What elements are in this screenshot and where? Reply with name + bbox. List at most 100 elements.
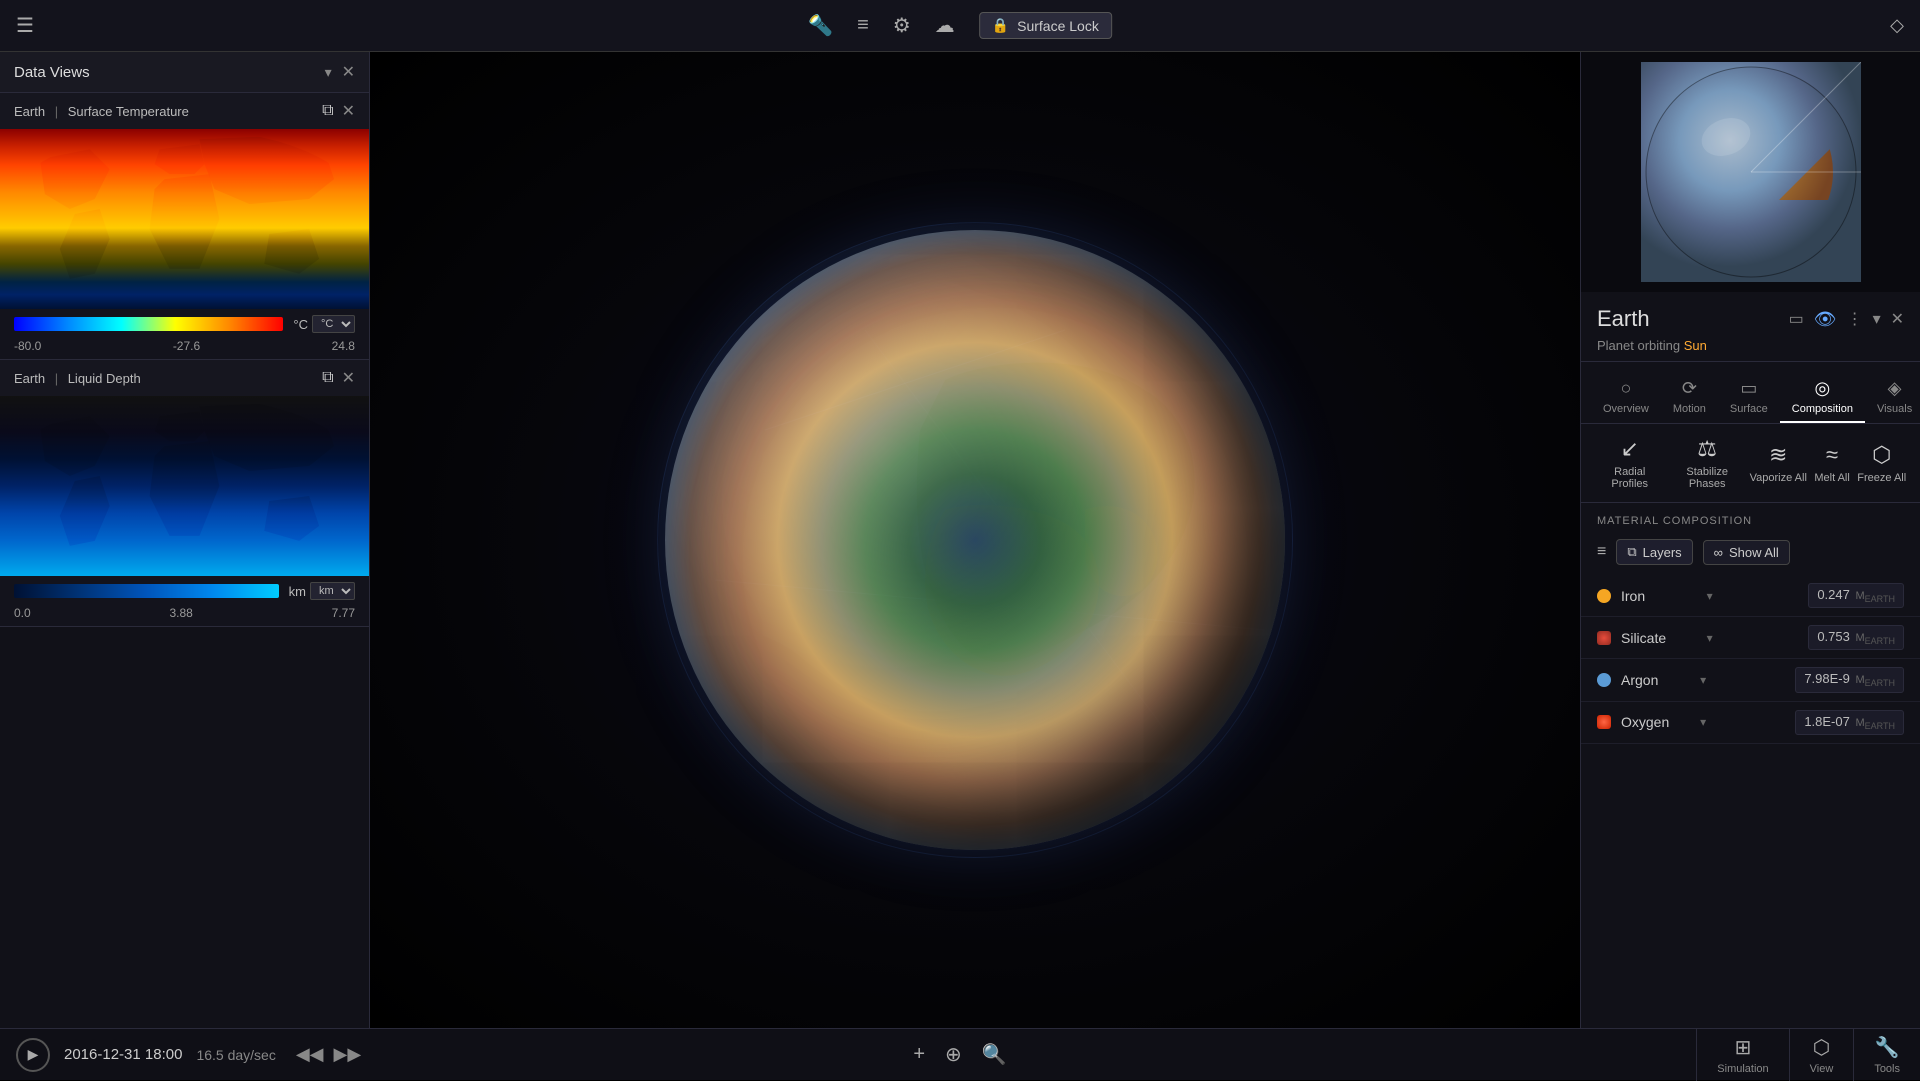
view-label: View <box>1810 1063 1834 1075</box>
data-views-header: Data Views ▾ ✕ <box>0 52 369 93</box>
settings-icon[interactable]: ⚙ <box>893 13 911 38</box>
cutaway-diagram <box>1641 62 1861 282</box>
cloud-icon[interactable]: ☁ <box>935 13 955 38</box>
liquid-depth-header: Earth | Liquid Depth ⧉ ✕ <box>0 360 369 396</box>
surface-temp-planet: Earth | Surface Temperature <box>14 104 189 119</box>
melt-all-button[interactable]: ≈ Melt All <box>1814 442 1849 484</box>
depth-mid: 3.88 <box>169 606 192 620</box>
continent-overlay <box>0 129 369 309</box>
fast-forward-button[interactable]: ▶▶ <box>334 1044 362 1065</box>
diamond-icon[interactable]: ◇ <box>1890 15 1904 36</box>
radial-profiles-button[interactable]: ↙ Radial Profiles <box>1595 436 1665 490</box>
temp-max: 24.8 <box>332 339 355 353</box>
argon-chevron[interactable]: ▾ <box>1700 673 1706 687</box>
tools-tool[interactable]: 🔧 Tools <box>1853 1029 1920 1081</box>
view-tool[interactable]: ⬡ View <box>1789 1029 1854 1081</box>
temp-unit: °C °C °F K <box>293 315 355 333</box>
simulation-tool[interactable]: ⊞ Simulation <box>1696 1029 1788 1081</box>
iron-value-box: 0.247 MEARTH <box>1808 583 1904 608</box>
layers-icon[interactable]: ≡ <box>857 14 869 37</box>
globe[interactable] <box>665 230 1285 850</box>
flashlight-icon[interactable]: 🔦 <box>808 13 833 38</box>
composition-icon: ◎ <box>1815 378 1831 399</box>
close-card-2-button[interactable]: ✕ <box>342 368 355 388</box>
oxygen-chevron[interactable]: ▾ <box>1700 715 1706 729</box>
oxygen-value: 1.8E-07 <box>1804 714 1850 729</box>
show-all-button[interactable]: ∞ Show All <box>1703 540 1790 565</box>
menu-icon[interactable]: ☰ <box>16 13 34 38</box>
depth-max: 7.77 <box>332 606 355 620</box>
transport-controls: ◀◀ ▶▶ <box>296 1044 361 1065</box>
planet-info: Earth ▭ 👁 ⋮ ▾ ✕ Planet orbiting Sun <box>1581 292 1920 362</box>
tab-surface[interactable]: ▭ Surface <box>1718 372 1780 423</box>
surface-icon: ▭ <box>1740 378 1757 399</box>
top-bar-center: 🔦 ≡ ⚙ ☁ 🔒 Surface Lock <box>808 12 1112 39</box>
temp-mid: -27.6 <box>173 339 200 353</box>
temp-min: -80.0 <box>14 339 41 353</box>
view-icon: ⬡ <box>1813 1035 1830 1060</box>
tab-overview[interactable]: ○ Overview <box>1591 372 1661 423</box>
surface-temp-map <box>0 129 369 309</box>
iron-label: Iron <box>1621 588 1697 604</box>
iron-chevron[interactable]: ▾ <box>1707 589 1713 603</box>
layers-button[interactable]: ⧉ Layers <box>1616 539 1692 565</box>
sun-link[interactable]: Sun <box>1684 338 1707 353</box>
top-bar-right: ◇ <box>1890 15 1904 36</box>
wrench-icon: 🔧 <box>1875 1035 1900 1060</box>
depth-scale-bar: km km m <box>0 576 369 606</box>
tab-composition[interactable]: ◎ Composition <box>1780 372 1865 423</box>
surface-lock-label: Surface Lock <box>1017 18 1099 34</box>
silicate-dot <box>1597 631 1611 645</box>
target-icon[interactable]: ⊕ <box>945 1042 962 1067</box>
argon-dot <box>1597 673 1611 687</box>
tab-visuals[interactable]: ◈ Visuals <box>1865 372 1920 423</box>
silicate-chevron[interactable]: ▾ <box>1707 631 1713 645</box>
layers-stack-icon-2[interactable]: ⧉ <box>322 369 333 387</box>
filter-icon[interactable]: ≡ <box>1597 543 1606 561</box>
planet-subtitle: Planet orbiting Sun <box>1597 338 1904 353</box>
tab-motion[interactable]: ⟳ Motion <box>1661 372 1718 423</box>
more-options-icon[interactable]: ⋮ <box>1847 309 1863 329</box>
material-argon-row: Argon ▾ 7.98E-9 MEARTH <box>1581 659 1920 701</box>
close-card-button[interactable]: ✕ <box>342 101 355 121</box>
play-button[interactable]: ▶ <box>16 1038 50 1072</box>
search-button[interactable]: 🔍 <box>982 1042 1007 1067</box>
center-globe-area[interactable] <box>370 52 1580 1028</box>
vaporize-icon: ≋ <box>1769 442 1787 468</box>
visuals-icon: ◈ <box>1888 378 1902 399</box>
temp-scale-bar: °C °C °F K <box>0 309 369 339</box>
expand-icon[interactable]: ▾ <box>1873 309 1881 329</box>
chevron-down-icon[interactable]: ▾ <box>325 64 332 81</box>
motion-icon: ⟳ <box>1682 378 1697 399</box>
freeze-icon: ⬡ <box>1872 442 1891 468</box>
rewind-button[interactable]: ◀◀ <box>296 1044 324 1065</box>
surface-lock-button[interactable]: 🔒 Surface Lock <box>979 12 1112 39</box>
planet-info-header: Earth ▭ 👁 ⋮ ▾ ✕ <box>1597 306 1904 332</box>
stabilize-phases-button[interactable]: ⚖ Stabilize Phases <box>1672 436 1742 490</box>
panel-header-actions: ▾ ✕ <box>325 62 355 82</box>
temp-unit-select[interactable]: °C °F K <box>312 315 355 333</box>
globe-container[interactable] <box>665 230 1285 850</box>
panel-title: Data Views <box>14 64 90 81</box>
depth-gradient <box>14 584 279 598</box>
stabilize-icon: ⚖ <box>1697 436 1717 462</box>
simulation-label: Simulation <box>1717 1063 1768 1075</box>
depth-unit: km km m <box>289 582 355 600</box>
add-button[interactable]: + <box>913 1043 925 1066</box>
bottom-center-tools: + ⊕ 🔍 <box>913 1042 1006 1067</box>
visibility-icon[interactable]: 👁 <box>1814 309 1837 330</box>
close-right-panel-button[interactable]: ✕ <box>1891 309 1904 329</box>
tools-label: Tools <box>1874 1063 1900 1075</box>
speed-display: 16.5 day/sec <box>196 1047 275 1063</box>
layers-controls: ≡ ⧉ Layers ∞ Show All <box>1581 535 1920 575</box>
freeze-all-button[interactable]: ⬡ Freeze All <box>1857 442 1906 484</box>
surface-temp-visualization <box>0 129 369 309</box>
info-rectangle-icon[interactable]: ▭ <box>1789 309 1804 329</box>
close-panel-button[interactable]: ✕ <box>342 62 355 82</box>
liquid-depth-planet: Earth | Liquid Depth <box>14 371 141 386</box>
time-display: 2016-12-31 18:00 <box>64 1046 182 1063</box>
layers-stack-icon[interactable]: ⧉ <box>322 102 333 120</box>
vaporize-all-button[interactable]: ≋ Vaporize All <box>1750 442 1807 484</box>
depth-unit-select[interactable]: km m <box>310 582 355 600</box>
left-panel: Data Views ▾ ✕ Earth | Surface Temperatu… <box>0 52 370 1028</box>
